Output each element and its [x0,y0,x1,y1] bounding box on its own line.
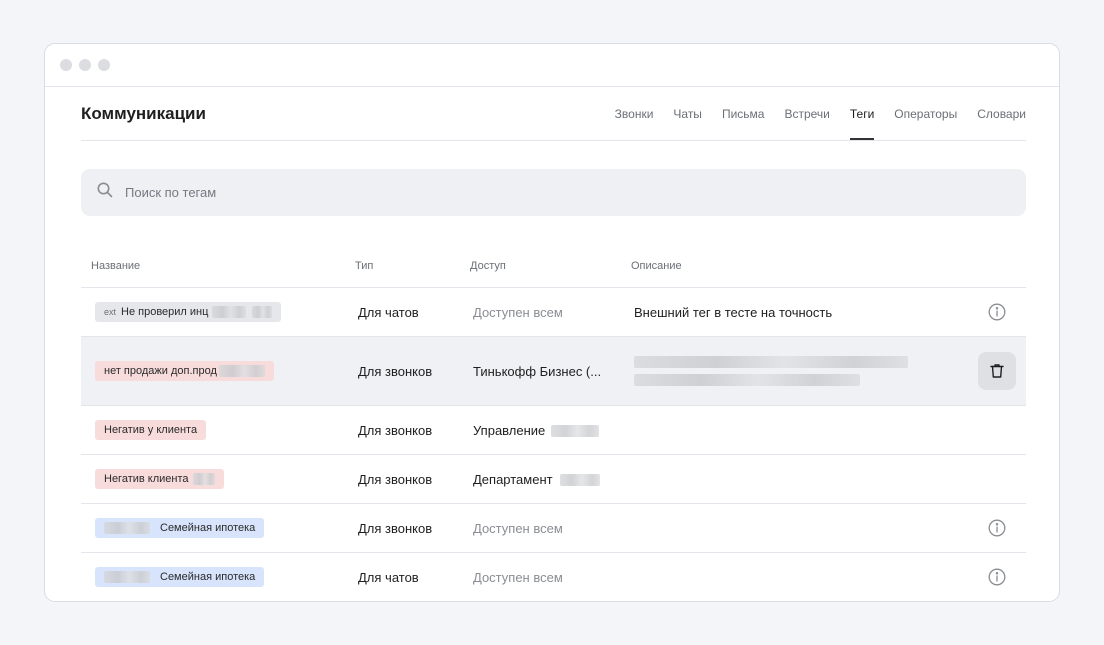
tag-prefix: ext [104,307,117,317]
search-input[interactable] [125,185,925,200]
description-cell [634,356,1026,386]
app-window: Коммуникации Звонки Чаты Письма Встречи … [44,43,1060,602]
description-cell: Внешний тег в тесте на точность [634,304,833,320]
tag-label: Негатив у клиента [104,424,198,436]
tag-chip[interactable]: Негатив клиента [95,469,224,489]
type-cell: Для звонков [358,520,433,536]
table-row[interactable]: Семейная ипотека Для чатов Доступен всем [81,553,1026,601]
tag-cell: Семейная ипотека [81,567,358,587]
table-header: Название Тип Доступ Описание [81,260,1026,288]
column-header-type[interactable]: Тип [355,260,470,272]
redacted-text [104,522,150,534]
access-label: Департамент [473,471,553,487]
tag-label: Семейная ипотека [160,571,256,583]
access-cell: Управление [473,423,634,438]
tag-cell: ext Не проверил инц [81,302,358,322]
tag-label: нет продажи доп.прод [104,365,217,377]
tab-operators[interactable]: Операторы [894,87,957,140]
tab-tags[interactable]: Теги [849,87,875,140]
access-cell: Доступен всем [473,520,563,536]
redacted-text [560,474,601,487]
tag-label: Не проверил инц [121,306,209,318]
access-cell: Доступен всем [473,569,563,585]
redacted-text [252,306,273,318]
tag-chip[interactable]: Негатив у клиента [95,420,207,440]
redacted-text [550,425,599,438]
type-cell: Для звонков [358,363,433,379]
tab-meetings[interactable]: Встречи [784,87,829,140]
tag-chip[interactable]: Семейная ипотека [95,518,265,538]
page-header: Коммуникации Звонки Чаты Письма Встречи … [81,87,1026,141]
delete-button[interactable] [978,352,1016,390]
search-icon [96,181,114,204]
nav-tabs: Звонки Чаты Письма Встречи Теги Оператор… [595,87,1026,140]
access-label: Управление [473,422,546,438]
search-bar[interactable] [81,169,1026,216]
column-header-access[interactable]: Доступ [470,260,631,272]
access-cell: Доступен всем [473,304,563,320]
tab-letters[interactable]: Письма [722,87,765,140]
tag-cell: Негатив у клиента [81,420,358,440]
redacted-text [212,306,247,318]
window-close-control[interactable] [60,59,72,71]
type-cell: Для чатов [358,569,419,585]
table-row[interactable]: нет продажи доп.прод Для звонков Тинькоф… [81,337,1026,406]
window-minimize-control[interactable] [79,59,91,71]
page-title: Коммуникации [81,103,206,123]
tag-cell: Семейная ипотека [81,518,358,538]
column-header-name[interactable]: Название [81,260,355,272]
table-row[interactable]: Негатив у клиента Для звонков Управление [81,406,1026,455]
window-titlebar [45,44,1059,87]
trash-icon [990,364,1004,378]
info-icon[interactable] [988,568,1006,586]
window-maximize-control[interactable] [98,59,110,71]
access-cell: Департамент [473,472,634,487]
type-cell: Для чатов [358,304,419,320]
tag-chip[interactable]: нет продажи доп.прод [95,361,274,381]
tag-chip[interactable]: Семейная ипотека [95,567,265,587]
tag-chip[interactable]: ext Не проверил инц [95,302,282,322]
tag-label: Негатив клиента [104,473,189,485]
table-row[interactable]: Семейная ипотека Для звонков Доступен вс… [81,504,1026,553]
info-icon[interactable] [988,519,1006,537]
tags-table: Название Тип Доступ Описание ext Не пров… [81,260,1026,601]
tab-dictionaries[interactable]: Словари [977,87,1026,140]
type-cell: Для звонков [358,471,433,487]
tab-calls[interactable]: Звонки [615,87,654,140]
access-cell: Тинькофф Бизнес (... [473,363,602,379]
redacted-text [634,374,860,386]
column-header-description[interactable]: Описание [631,260,1026,272]
tag-label: Семейная ипотека [160,522,256,534]
info-icon[interactable] [988,303,1006,321]
type-cell: Для звонков [358,422,433,438]
tag-cell: нет продажи доп.прод [81,361,358,381]
table-row[interactable]: Негатив клиента Для звонков Департамент [81,455,1026,504]
main-content: Коммуникации Звонки Чаты Письма Встречи … [81,87,1026,601]
redacted-text [192,473,215,485]
redacted-text [218,365,265,377]
redacted-text [104,571,150,583]
tag-cell: Негатив клиента [81,469,358,489]
table-row[interactable]: ext Не проверил инц Для чатов Доступен в… [81,288,1026,337]
tab-chats[interactable]: Чаты [673,87,702,140]
redacted-text [634,356,908,368]
